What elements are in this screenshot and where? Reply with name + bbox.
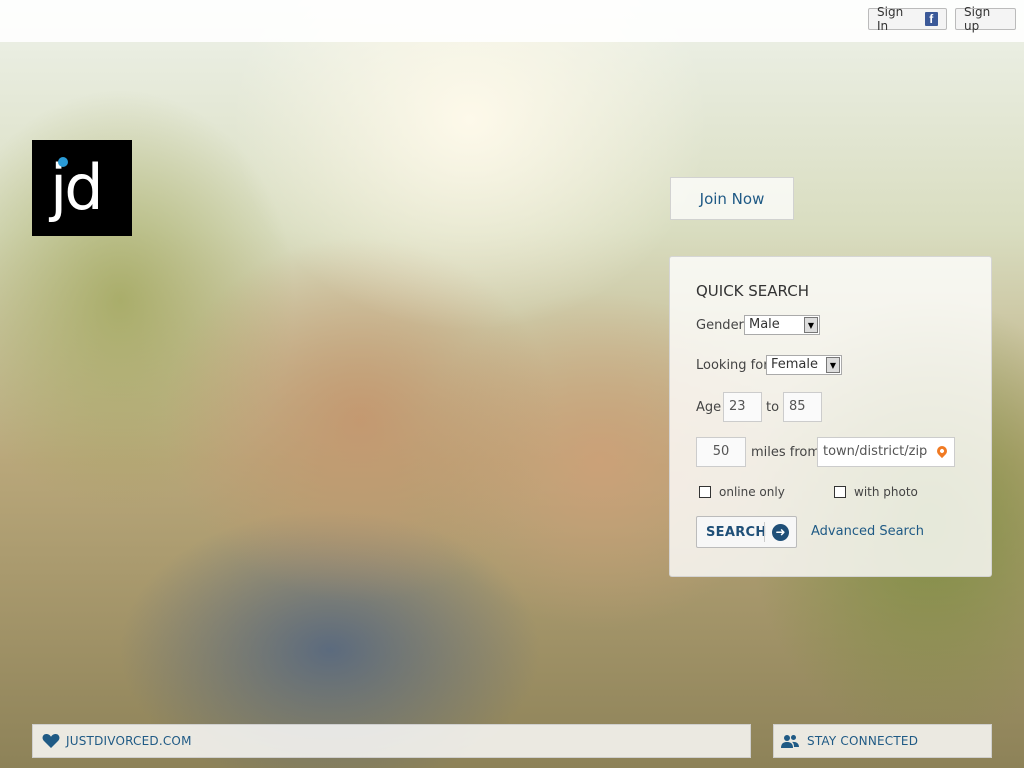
age-to-label: to [766, 400, 780, 415]
looking-for-select[interactable]: Female ▼ [766, 355, 842, 375]
gender-value: Male [749, 317, 780, 332]
stay-connected-label: STAY CONNECTED [807, 734, 919, 748]
stay-connected-bar[interactable]: STAY CONNECTED [773, 724, 992, 758]
online-only-label: online only [719, 485, 785, 499]
site-name-label: JUSTDIVORCED.COM [66, 734, 192, 748]
quick-search-title: QUICK SEARCH [696, 282, 809, 300]
logo-dot [58, 157, 68, 167]
search-button[interactable]: SEARCH ➜ [696, 516, 797, 548]
gender-label: Gender [696, 318, 744, 333]
facebook-icon: f [924, 12, 938, 26]
advanced-search-link[interactable]: Advanced Search [811, 524, 924, 539]
site-logo[interactable]: jd [32, 140, 132, 236]
online-only-checkbox[interactable] [699, 486, 711, 498]
sign-up-button[interactable]: Sign up [955, 5, 1016, 33]
age-from-input[interactable]: 23 [723, 392, 762, 422]
quick-search-panel: QUICK SEARCH Gender Male ▼ Looking for F… [669, 256, 992, 577]
search-button-label: SEARCH [706, 525, 767, 540]
heart-icon [42, 733, 60, 748]
sign-in-label: Sign In [877, 5, 904, 33]
gender-select[interactable]: Male ▼ [744, 315, 820, 335]
sign-in-button[interactable]: Sign In f [868, 5, 947, 33]
with-photo-label: with photo [854, 485, 918, 499]
site-footer-bar[interactable]: JUSTDIVORCED.COM [32, 724, 751, 758]
join-now-button[interactable]: Join Now [670, 177, 794, 220]
arrow-right-icon: ➜ [772, 524, 789, 541]
miles-input[interactable]: 50 [696, 437, 746, 467]
location-placeholder: town/district/zip [823, 444, 928, 459]
with-photo-checkbox[interactable] [834, 486, 846, 498]
top-bar: Sign In f Sign up [0, 0, 1024, 42]
chevron-down-icon: ▼ [826, 357, 840, 373]
age-label: Age [696, 400, 722, 415]
looking-for-label: Looking for [696, 358, 769, 373]
looking-for-value: Female [771, 357, 819, 372]
people-icon [781, 735, 799, 748]
location-input[interactable]: town/district/zip [817, 437, 955, 467]
search-button-divider [764, 522, 765, 542]
age-to-input[interactable]: 85 [783, 392, 822, 422]
location-pin-icon[interactable] [934, 443, 950, 459]
miles-from-label: miles from [751, 445, 821, 460]
chevron-down-icon: ▼ [804, 317, 818, 333]
